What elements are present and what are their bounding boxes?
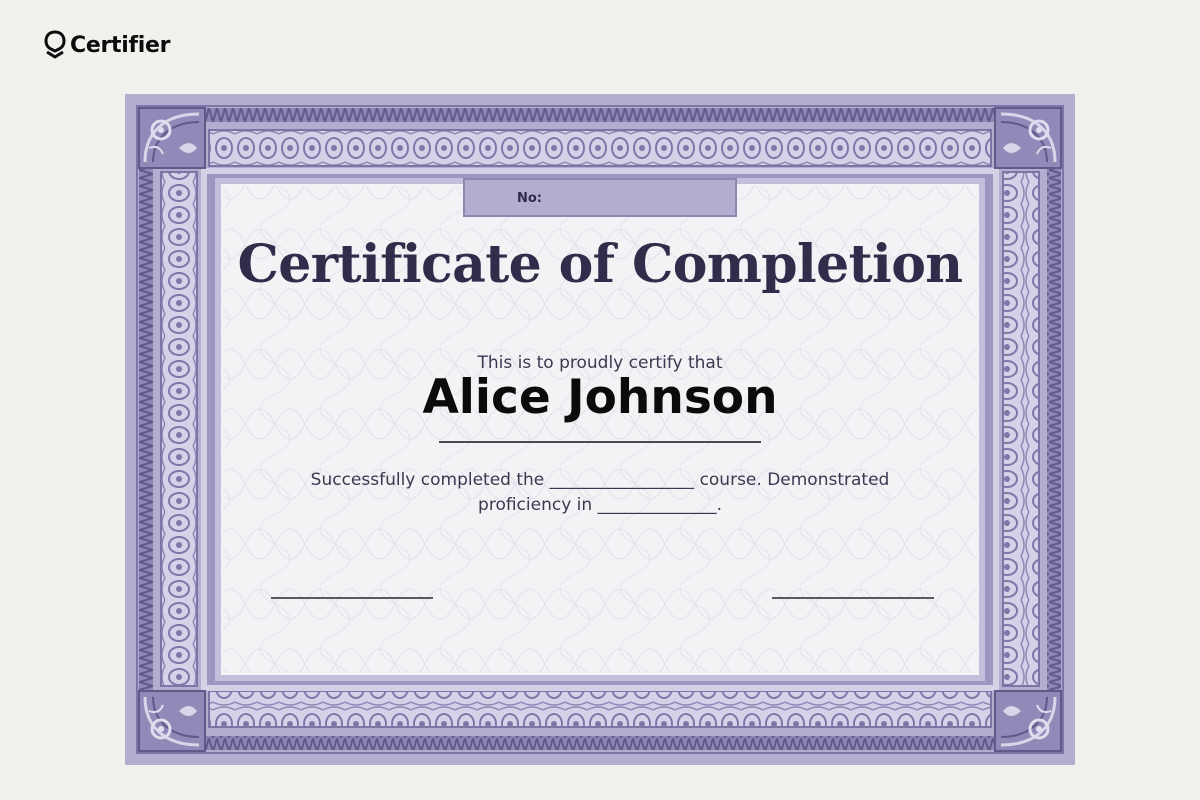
certifier-logo-icon <box>44 30 66 59</box>
certificate: No: Certificate of Completion This is to… <box>125 94 1075 765</box>
brand-logo[interactable]: Certifier <box>44 30 170 60</box>
recipient-name: Alice Johnson <box>422 370 778 425</box>
certificate-number-label: No: <box>517 191 543 206</box>
signature-line-right <box>772 597 934 599</box>
certificate-body: Successfully completed the _____________… <box>255 468 945 518</box>
certificate-number-box: No: <box>463 178 737 217</box>
body-line-2: proficiency in ______________. <box>478 495 722 515</box>
body-line-1: Successfully completed the _____________… <box>310 470 890 490</box>
certificate-title: Certificate of Completion <box>237 234 963 295</box>
name-underline <box>439 441 761 443</box>
signature-line-left <box>271 597 433 599</box>
brand-name: Certifier <box>70 32 171 58</box>
